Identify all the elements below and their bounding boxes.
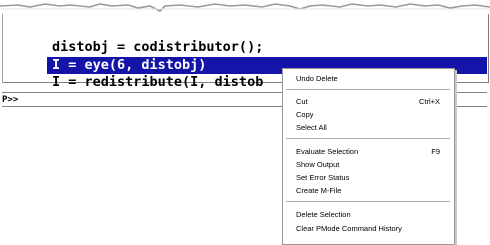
menu-separator <box>286 89 450 90</box>
menu-item-set-error-status[interactable]: Set Error Status <box>296 173 349 182</box>
code-line-3[interactable]: I = redistribute(I, distob <box>52 74 263 91</box>
menu-item-copy[interactable]: Copy <box>296 110 314 119</box>
menu-shortcut-evaluate: F9 <box>431 147 440 156</box>
menu-item-evaluate-selection[interactable]: Evaluate Selection <box>296 147 358 156</box>
menu-item-cut[interactable]: Cut <box>296 97 308 106</box>
menu-separator <box>286 201 450 202</box>
menu-item-clear-pmode-history[interactable]: Clear PMode Command History <box>296 224 402 233</box>
menu-shortcut-cut: Ctrl+X <box>418 97 440 106</box>
menu-item-create-m-file[interactable]: Create M-File <box>296 186 341 195</box>
menu-separator <box>286 138 450 139</box>
menu-item-show-output[interactable]: Show Output <box>296 160 339 169</box>
code-line-1[interactable]: distobj = codistributor(); <box>52 39 263 56</box>
code-line-2-selected[interactable]: I = eye(6, distobj) <box>52 57 206 74</box>
menu-item-delete-selection[interactable]: Delete Selection <box>296 210 351 219</box>
context-menu: Undo Delete Cut Ctrl+X Copy Select All E… <box>282 68 455 245</box>
menu-item-select-all[interactable]: Select All <box>296 123 327 132</box>
menu-item-undo-delete[interactable]: Undo Delete <box>296 74 338 83</box>
command-prompt: P>> <box>2 95 19 105</box>
